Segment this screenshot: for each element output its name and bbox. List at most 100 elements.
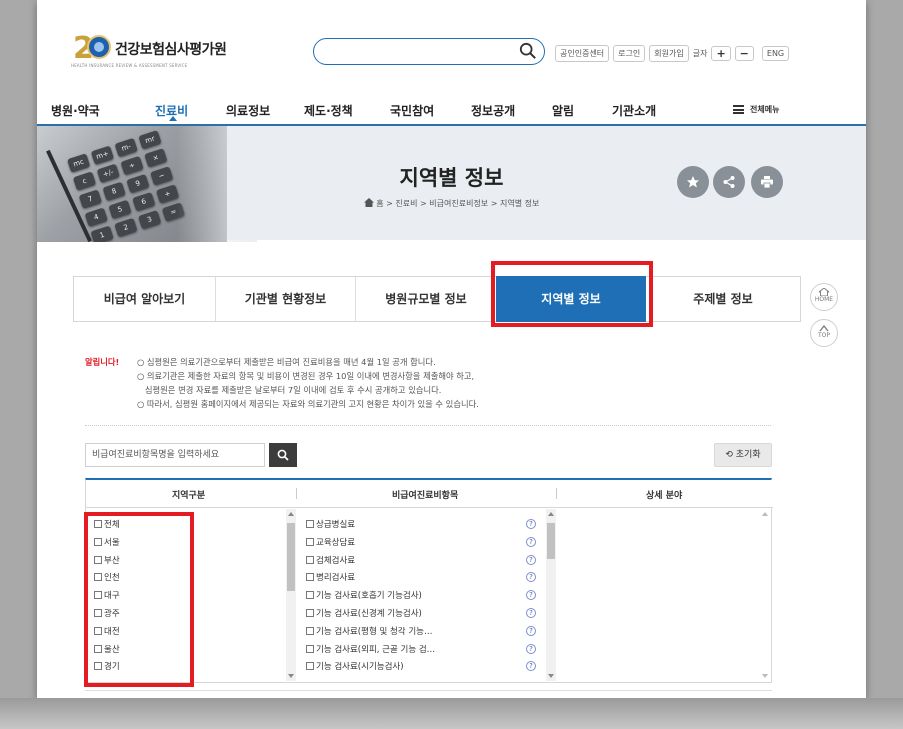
item-label: 기능 검사료(평형 및 청각 기능…: [316, 626, 433, 637]
help-icon[interactable]: ?: [526, 519, 536, 529]
nav-disclosure[interactable]: 정보공개: [471, 102, 515, 119]
item-checkbox[interactable]: [306, 555, 314, 564]
cert-center-link[interactable]: 공인인증센터: [555, 45, 610, 62]
nonbenefit-item-option[interactable]: 기능 검사료(호흡기 기능검사): [306, 589, 422, 601]
item-checkbox[interactable]: [306, 662, 314, 671]
item-checkbox[interactable]: [306, 644, 314, 653]
item-label: 기능 검사료(신경계 기능검사): [316, 609, 422, 619]
calculator-key: 4: [84, 207, 108, 227]
font-increase-button[interactable]: +: [711, 46, 731, 61]
nonbenefit-item-option[interactable]: 병리검사료: [306, 571, 355, 583]
breadcrumb-nonbenefit[interactable]: 비급여진료비정보: [429, 199, 488, 208]
all-menu-label: 전체메뉴: [750, 105, 780, 114]
breadcrumb: 홈 > 진료비 > 비급여진료비정보 > 지역별 정보: [37, 198, 866, 209]
detail-list: [560, 509, 772, 681]
item-checkbox[interactable]: [306, 537, 314, 546]
share-button[interactable]: [713, 166, 745, 198]
item-checkbox[interactable]: [306, 573, 314, 582]
notice-label: 알립니다!: [85, 357, 120, 367]
region-scrollbar[interactable]: [286, 509, 296, 681]
login-link[interactable]: 로그인: [613, 45, 646, 62]
share-icon: [723, 176, 735, 188]
all-menu-button[interactable]: 전체메뉴: [733, 104, 779, 115]
search-icon[interactable]: [519, 42, 537, 60]
nav-about[interactable]: 기관소개: [612, 102, 656, 119]
logo-subtitle: HEALTH INSURANCE REVIEW & ASSESSMENT SER…: [71, 63, 188, 68]
site-logo[interactable]: 2 건강보험심사평가원 HEALTH INSURANCE REVIEW & AS…: [71, 31, 231, 70]
notice-line: ○ 따라서, 심평원 홈페이지에서 제공되는 자료와 의료기관의 고지 현황은 …: [137, 399, 479, 409]
help-icon[interactable]: ?: [526, 608, 536, 618]
detail-scrollbar[interactable]: [760, 509, 770, 681]
tab-nonbenefit-intro[interactable]: 비급여 알아보기: [74, 277, 216, 321]
notice-line: ○ 의료기관은 제출한 자료의 항목 및 비용이 변경된 경우 10일 이내에 …: [137, 371, 475, 381]
header-detail-field: 상세 분야: [646, 491, 683, 501]
reset-label: 초기화: [735, 450, 761, 460]
item-checkbox[interactable]: [306, 626, 314, 635]
side-home-label: HOME: [814, 296, 834, 303]
help-icon[interactable]: ?: [526, 625, 536, 636]
chevron-up-icon: [819, 324, 829, 332]
site-search-input[interactable]: [313, 38, 545, 65]
tab-hospital-size[interactable]: 병원규모별 정보: [356, 277, 496, 321]
help-icon[interactable]: ?: [526, 643, 536, 654]
help-icon[interactable]: ?: [526, 661, 536, 672]
help-icon[interactable]: ?: [526, 536, 536, 547]
help-icon[interactable]: ?: [526, 554, 536, 565]
font-decrease-button[interactable]: −: [734, 46, 754, 61]
nonbenefit-item-option[interactable]: 기능 검사료(신경계 기능검사): [306, 607, 422, 619]
item-checkbox[interactable]: [306, 520, 314, 528]
grid-header: 지역구분 비급여진료비항목 상세 분야: [86, 480, 773, 508]
nav-hospital-pharmacy[interactable]: 병원·약국: [51, 102, 100, 119]
help-icon[interactable]: ?: [526, 590, 536, 601]
help-icon[interactable]: ?: [526, 572, 536, 583]
tab-institution-status[interactable]: 기관별 현황정보: [216, 277, 356, 321]
nav-policy[interactable]: 제도·정책: [304, 102, 353, 119]
calculator-key: 1: [90, 225, 114, 242]
breadcrumb-home[interactable]: 홈: [376, 199, 383, 208]
refresh-icon: ⟲: [725, 450, 733, 460]
star-icon: [687, 176, 699, 188]
bookmark-button[interactable]: [677, 166, 709, 198]
nonbenefit-item-option[interactable]: 교육상담료: [306, 536, 355, 548]
item-label: 교육상담료: [316, 537, 356, 548]
nonbenefit-item-option[interactable]: 기능 검사료(외피, 근골 기능 검…: [306, 643, 435, 655]
item-scrollbar[interactable]: [546, 509, 556, 681]
home-icon: [819, 288, 829, 296]
search-icon: [277, 449, 289, 461]
print-icon: [761, 176, 773, 189]
item-list: 상급병실료? 교육상담료? 검체검사료? 병리검사료? 기능 검사료(호흡기 기능검사)…: [298, 509, 560, 681]
breadcrumb-medical-fee[interactable]: 진료비: [395, 199, 417, 208]
side-top-button[interactable]: TOP: [810, 319, 838, 347]
calculator-key: m-: [114, 137, 138, 158]
nonbenefit-search-input[interactable]: 비급여진료비항목명을 입력하세요: [85, 443, 265, 467]
anniversary-emblem: 2: [71, 31, 111, 66]
divider: [85, 690, 772, 691]
header-nonbenefit-item: 비급여진료비항목: [392, 491, 459, 501]
nonbenefit-item-option[interactable]: 상급병실료: [306, 518, 355, 530]
nonbenefit-search-button[interactable]: [269, 443, 297, 467]
item-label: 기능 검사료(시기능검사): [316, 662, 404, 673]
item-label: 기능 검사료(호흡기 기능검사): [316, 591, 422, 602]
nav-participation[interactable]: 국민참여: [390, 102, 434, 119]
notice-line: ○ 심평원은 의료기관으로부터 제출받은 비급여 진료비용을 매년 4월 1일 …: [137, 357, 436, 367]
main-navigation: 병원·약국 진료비 의료정보 제도·정책 국민참여 정보공개 알림 기관소개 전…: [37, 94, 866, 126]
nonbenefit-item-option[interactable]: 기능 검사료(평형 및 청각 기능…: [306, 625, 432, 637]
english-link[interactable]: ENG: [761, 46, 790, 61]
active-nav-indicator: [169, 116, 177, 121]
nav-medical-info[interactable]: 의료정보: [226, 102, 270, 119]
nonbenefit-item-option[interactable]: 기능 검사료(시기능검사): [306, 660, 404, 672]
calculator-key: 2: [114, 217, 138, 238]
print-button[interactable]: [751, 166, 783, 198]
item-checkbox[interactable]: [306, 609, 314, 617]
nav-notice[interactable]: 알림: [552, 102, 574, 119]
tab-topic[interactable]: 주제별 정보: [646, 277, 800, 321]
join-link[interactable]: 회원가입: [649, 45, 689, 62]
item-checkbox[interactable]: [306, 591, 314, 600]
breadcrumb-current: 지역별 정보: [499, 199, 540, 208]
side-home-button[interactable]: HOME: [810, 283, 838, 311]
nonbenefit-item-option[interactable]: 검체검사료: [306, 554, 355, 566]
item-label: 병리검사료: [316, 573, 356, 584]
sub-tabs: 비급여 알아보기 기관별 현황정보 병원규모별 정보 지역별 정보 주제별 정보: [73, 276, 801, 322]
reset-button[interactable]: ⟲ 초기화: [714, 443, 772, 467]
home-icon[interactable]: [363, 198, 374, 207]
